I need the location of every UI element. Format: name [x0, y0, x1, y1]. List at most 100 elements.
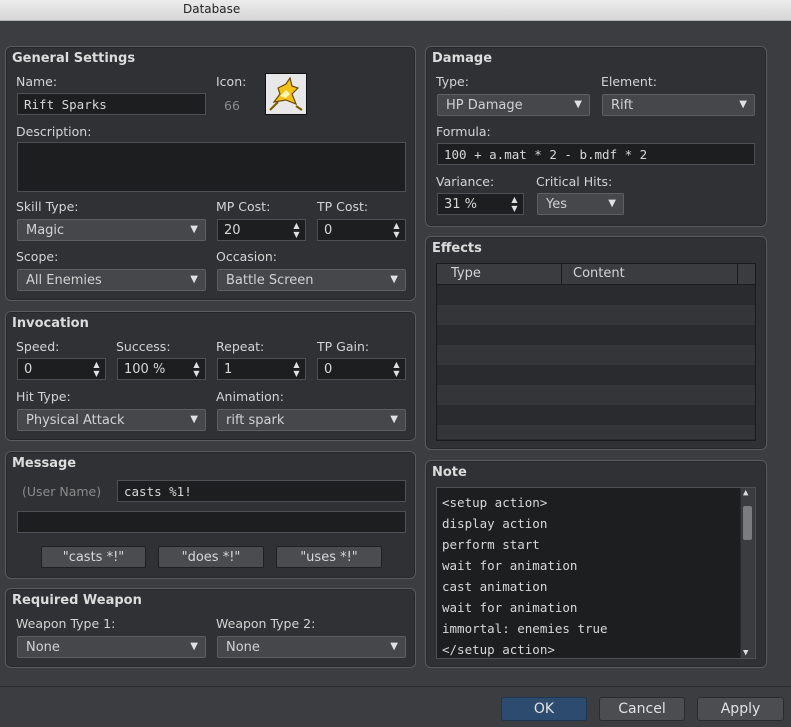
column-divider — [737, 264, 738, 284]
message-title: Message — [12, 456, 77, 471]
name-label: Name: — [16, 74, 58, 89]
animation-value: rift spark — [226, 413, 285, 428]
general-settings-panel: General Settings Name: Rift Sparks Icon:… — [5, 46, 416, 301]
scroll-down-icon[interactable]: ▼ — [743, 648, 748, 658]
skill-type-select[interactable]: Magic ▼ — [17, 219, 206, 241]
mp-cost-stepper[interactable]: 20 ▲ ▼ — [217, 219, 306, 241]
note-line: wait for animation — [442, 558, 578, 573]
weapon-type2-select[interactable]: None ▼ — [217, 636, 406, 658]
weapon-type1-select[interactable]: None ▼ — [17, 636, 206, 658]
table-row[interactable] — [437, 345, 755, 365]
name-input[interactable]: Rift Sparks — [17, 93, 206, 115]
scope-label: Scope: — [16, 249, 59, 264]
note-scrollbar[interactable]: ▲ ▼ — [740, 488, 755, 658]
required-weapon-panel: Required Weapon Weapon Type 1: None ▼ We… — [5, 588, 416, 668]
repeat-label: Repeat: — [216, 339, 265, 354]
icon-label: Icon: — [216, 74, 247, 89]
element-select[interactable]: Rift ▼ — [602, 94, 755, 116]
occasion-select[interactable]: Battle Screen ▼ — [217, 269, 406, 291]
tp-cost-label: TP Cost: — [317, 199, 369, 214]
stepper-arrows-icon[interactable]: ▲ ▼ — [510, 195, 519, 213]
speed-label: Speed: — [16, 339, 60, 354]
note-line: immortal: enemies true — [442, 621, 608, 636]
required-weapon-title: Required Weapon — [12, 593, 142, 608]
table-row[interactable] — [437, 285, 755, 305]
tp-gain-stepper[interactable]: 0 ▲ ▼ — [317, 358, 406, 380]
note-textarea[interactable]: <setup action> display action perform st… — [436, 487, 756, 659]
stepper-arrows-icon[interactable]: ▲ ▼ — [192, 360, 201, 378]
critical-hits-select[interactable]: Yes ▼ — [537, 193, 624, 215]
icon-index: 66 — [224, 98, 240, 113]
variance-stepper[interactable]: 31 % ▲ ▼ — [437, 193, 524, 215]
weapon-type2-label: Weapon Type 2: — [216, 616, 316, 631]
table-row[interactable] — [437, 425, 755, 439]
chevron-down-icon: ▼ — [190, 224, 198, 235]
cancel-button[interactable]: Cancel — [599, 697, 685, 721]
scroll-thumb[interactable] — [743, 506, 752, 540]
user-name-label: (User Name) — [22, 484, 102, 499]
table-row[interactable] — [437, 405, 755, 425]
table-row[interactable] — [437, 365, 755, 385]
tp-gain-label: TP Gain: — [317, 339, 370, 354]
animation-label: Animation: — [216, 389, 284, 404]
title-bar: Database — [0, 0, 791, 21]
tp-cost-value: 0 — [324, 223, 333, 238]
weapon-type1-label: Weapon Type 1: — [16, 616, 116, 631]
mp-cost-value: 20 — [224, 223, 241, 238]
hit-type-label: Hit Type: — [16, 389, 71, 404]
chevron-down-icon: ▼ — [390, 414, 398, 425]
element-value: Rift — [611, 98, 634, 113]
table-row[interactable] — [437, 385, 755, 405]
description-input[interactable] — [17, 142, 406, 192]
skill-type-value: Magic — [26, 223, 65, 238]
uses-button[interactable]: "uses *!" — [276, 546, 382, 568]
note-line: perform start — [442, 537, 540, 552]
does-button[interactable]: "does *!" — [158, 546, 264, 568]
weapon-type2-value: None — [226, 640, 260, 655]
chevron-down-icon: ▼ — [390, 641, 398, 652]
element-label: Element: — [601, 74, 657, 89]
effects-title: Effects — [432, 241, 482, 256]
table-row[interactable] — [437, 305, 755, 325]
col-content-header[interactable]: Content — [573, 266, 625, 281]
tp-cost-stepper[interactable]: 0 ▲ ▼ — [317, 219, 406, 241]
repeat-value: 1 — [224, 362, 233, 377]
message-line2-input[interactable] — [17, 511, 406, 533]
invocation-panel: Invocation Speed: 0 ▲ ▼ Success: 100 % ▲ ▼… — [5, 311, 416, 441]
ok-button[interactable]: OK — [501, 697, 587, 721]
icon-picker[interactable] — [265, 73, 307, 115]
speed-stepper[interactable]: 0 ▲ ▼ — [17, 358, 106, 380]
skill-type-label: Skill Type: — [16, 199, 79, 214]
effects-table[interactable]: Type Content — [436, 263, 756, 441]
window-title: Database — [183, 2, 241, 16]
stepper-arrows-icon[interactable]: ▲ ▼ — [292, 360, 301, 378]
formula-input[interactable]: 100 + a.mat * 2 - b.mdf * 2 — [437, 143, 755, 165]
success-stepper[interactable]: 100 % ▲ ▼ — [117, 358, 206, 380]
repeat-stepper[interactable]: 1 ▲ ▼ — [217, 358, 306, 380]
scope-select[interactable]: All Enemies ▼ — [17, 269, 206, 291]
hit-type-select[interactable]: Physical Attack ▼ — [17, 409, 206, 431]
chevron-down-icon: ▼ — [190, 641, 198, 652]
damage-type-label: Type: — [436, 74, 469, 89]
formula-label: Formula: — [436, 124, 491, 139]
stepper-arrows-icon[interactable]: ▲ ▼ — [392, 221, 401, 239]
stepper-arrows-icon[interactable]: ▲ ▼ — [392, 360, 401, 378]
invocation-title: Invocation — [12, 316, 89, 331]
critical-hits-value: Yes — [546, 197, 567, 212]
chevron-down-icon: ▼ — [574, 99, 582, 110]
stepper-arrows-icon[interactable]: ▲ ▼ — [292, 221, 301, 239]
animation-select[interactable]: rift spark ▼ — [217, 409, 406, 431]
scroll-up-icon[interactable]: ▲ — [743, 488, 748, 498]
casts-button[interactable]: "casts *!" — [41, 546, 146, 568]
damage-title: Damage — [432, 51, 493, 66]
stepper-arrows-icon[interactable]: ▲ ▼ — [92, 360, 101, 378]
note-line: display action — [442, 516, 548, 531]
damage-type-value: HP Damage — [446, 98, 523, 113]
table-row[interactable] — [437, 325, 755, 345]
apply-button[interactable]: Apply — [697, 697, 784, 721]
damage-type-select[interactable]: HP Damage ▼ — [437, 94, 590, 116]
note-line: wait for animation — [442, 600, 578, 615]
dialog-button-bar: OK Cancel Apply — [0, 686, 791, 727]
col-type-header[interactable]: Type — [451, 266, 481, 281]
message-line1-input[interactable]: casts %1! — [117, 480, 406, 502]
